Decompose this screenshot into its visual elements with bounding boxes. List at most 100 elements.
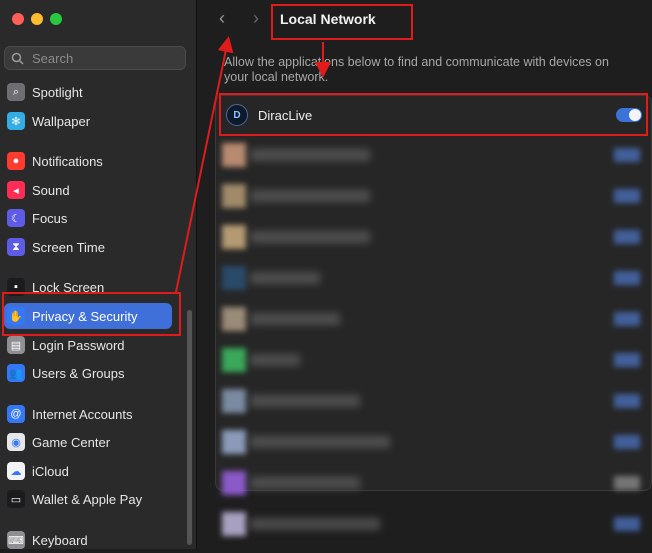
back-button[interactable]: ‹ — [212, 8, 232, 29]
speaker-icon: ◂ — [7, 181, 25, 199]
redacted-network-toggle[interactable] — [614, 394, 640, 408]
sidebar-item-icloud[interactable]: ☁ iCloud — [4, 458, 172, 484]
sidebar-item-internet-accounts[interactable]: @ Internet Accounts — [4, 401, 172, 427]
sidebar-item-label: Internet Accounts — [32, 406, 133, 422]
sidebar: ⌕ Spotlight ✻ Wallpaper ● Notifications ◂ Sound… — [0, 0, 197, 549]
app-row-redacted — [222, 264, 652, 292]
diraclive-app-icon: D — [226, 104, 248, 126]
sidebar-item-label: Sound — [32, 182, 70, 198]
snowflake-icon: ✻ — [7, 112, 25, 130]
redacted-app-name — [250, 313, 340, 325]
sidebar-item-label: Notifications — [32, 153, 103, 169]
sidebar-item-label: Focus — [32, 210, 68, 226]
redacted-app-name — [250, 395, 360, 407]
search-box[interactable] — [4, 46, 186, 70]
moon-icon: ☾ — [7, 209, 25, 227]
window-controls — [12, 13, 62, 25]
redacted-app-icon — [222, 512, 246, 536]
page-title: Local Network — [280, 11, 376, 27]
redacted-network-toggle[interactable] — [614, 230, 640, 244]
sidebar-item-privacy-security[interactable]: ✋ Privacy & Security — [4, 303, 172, 329]
app-name: DiracLive — [258, 107, 313, 123]
sidebar-item-label: Wallet & Apple Pay — [32, 491, 143, 507]
sidebar-item-label: Spotlight — [32, 84, 83, 100]
hourglass-icon: ⧗ — [7, 238, 25, 256]
redacted-app-icon — [222, 266, 246, 290]
app-row-redacted — [222, 387, 652, 415]
redacted-network-toggle[interactable] — [614, 517, 640, 531]
sidebar-item-spotlight[interactable]: ⌕ Spotlight — [4, 79, 172, 105]
sidebar-item-label: Users & Groups — [32, 365, 125, 381]
redacted-network-toggle[interactable] — [614, 189, 640, 203]
forward-button[interactable]: › — [246, 8, 266, 29]
app-row-redacted — [222, 346, 652, 374]
sidebar-item-label: Keyboard — [32, 532, 88, 548]
redacted-network-toggle[interactable] — [614, 435, 640, 449]
sidebar-item-lock-screen[interactable]: ▪ Lock Screen — [4, 274, 172, 300]
sidebar-scrollbar[interactable] — [187, 310, 192, 545]
at-icon: @ — [7, 405, 25, 423]
redacted-app-name — [250, 354, 300, 366]
sidebar-item-notifications[interactable]: ● Notifications — [4, 148, 172, 174]
search-icon — [11, 52, 24, 65]
app-row-diraclive: D DiracLive — [222, 101, 652, 129]
redacted-app-icon — [222, 430, 246, 454]
sidebar-item-label: Screen Time — [32, 239, 105, 255]
redacted-app-name — [250, 518, 380, 530]
toggle-knob — [629, 109, 641, 121]
redacted-app-name — [250, 190, 370, 202]
app-row-redacted — [222, 469, 652, 497]
redacted-app-name — [250, 149, 370, 161]
diraclive-network-toggle[interactable] — [616, 108, 642, 122]
redacted-app-icon — [222, 389, 246, 413]
sidebar-item-label: iCloud — [32, 463, 69, 479]
redacted-app-name — [250, 231, 370, 243]
redacted-network-toggle[interactable] — [614, 271, 640, 285]
zoom-window-button[interactable] — [50, 13, 62, 25]
redacted-app-icon — [222, 225, 246, 249]
app-row-redacted — [222, 305, 652, 333]
redacted-app-name — [250, 272, 320, 284]
redacted-network-toggle[interactable] — [614, 476, 640, 490]
redacted-network-toggle[interactable] — [614, 312, 640, 326]
cloud-icon: ☁ — [7, 462, 25, 480]
sidebar-item-game-center[interactable]: ◉ Game Center — [4, 429, 172, 455]
app-row-redacted — [222, 428, 652, 456]
app-row-redacted — [222, 182, 652, 210]
sidebar-item-login-password[interactable]: ▤ Login Password — [4, 332, 172, 358]
sidebar-item-label: Privacy & Security — [32, 308, 138, 324]
sidebar-item-users-groups[interactable]: 👥 Users & Groups — [4, 360, 172, 386]
users-icon: 👥 — [7, 364, 25, 382]
sidebar-item-label: Lock Screen — [32, 279, 105, 295]
app-row-redacted — [222, 510, 652, 538]
search-input[interactable] — [30, 49, 184, 67]
redacted-network-toggle[interactable] — [614, 353, 640, 367]
wallet-icon: ▭ — [7, 490, 25, 508]
sidebar-item-screen-time[interactable]: ⧗ Screen Time — [4, 234, 172, 260]
sidebar-item-sound[interactable]: ◂ Sound — [4, 177, 172, 203]
redacted-app-name — [250, 477, 360, 489]
game-center-icon: ◉ — [7, 433, 25, 451]
section-description: Allow the applications below to find and… — [224, 55, 609, 84]
close-window-button[interactable] — [12, 13, 24, 25]
sidebar-item-label: Game Center — [32, 434, 111, 450]
app-row-redacted — [222, 223, 652, 251]
redacted-app-icon — [222, 307, 246, 331]
app-row-redacted — [222, 141, 652, 169]
redacted-app-name — [250, 436, 390, 448]
sidebar-item-wallet-apple-pay[interactable]: ▭ Wallet & Apple Pay — [4, 486, 172, 512]
redacted-app-icon — [222, 184, 246, 208]
sidebar-item-wallpaper[interactable]: ✻ Wallpaper — [4, 108, 172, 134]
hand-icon: ✋ — [7, 307, 25, 325]
sidebar-item-keyboard[interactable]: ⌨ Keyboard — [4, 527, 172, 553]
redacted-app-icon — [222, 143, 246, 167]
keyboard-icon: ⌨ — [7, 531, 25, 549]
magnifier-icon: ⌕ — [7, 83, 25, 101]
redacted-app-icon — [222, 348, 246, 372]
sidebar-item-label: Wallpaper — [32, 113, 91, 129]
minimize-window-button[interactable] — [31, 13, 43, 25]
redacted-network-toggle[interactable] — [614, 148, 640, 162]
key-icon: ▤ — [7, 336, 25, 354]
sidebar-item-focus[interactable]: ☾ Focus — [4, 205, 172, 231]
sidebar-item-label: Login Password — [32, 337, 125, 353]
